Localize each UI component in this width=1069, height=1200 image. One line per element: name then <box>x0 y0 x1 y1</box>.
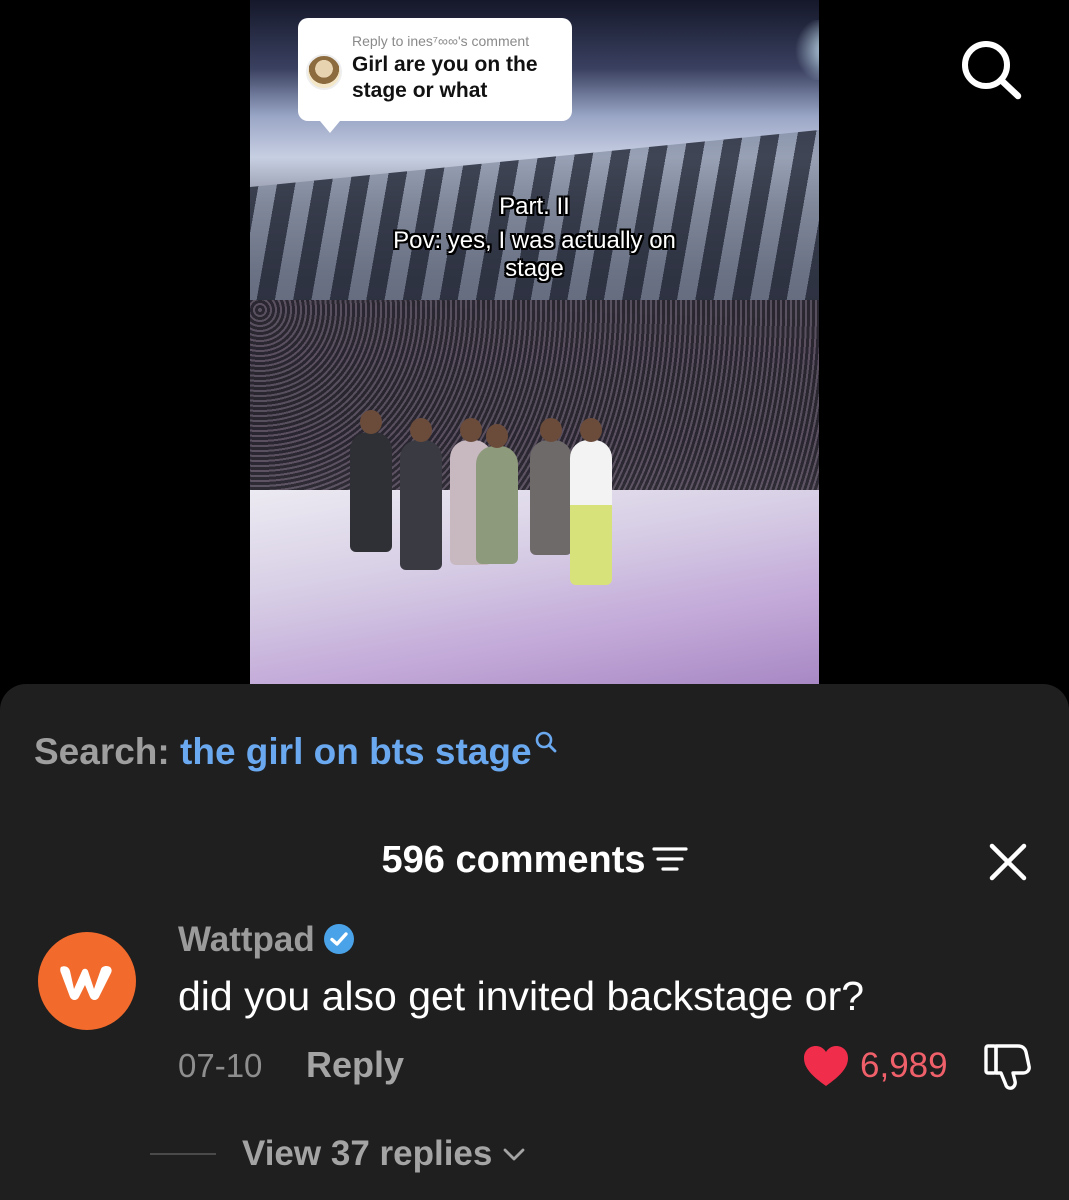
search-icon <box>962 41 1022 100</box>
chevron-down-icon <box>503 1148 525 1161</box>
search-button[interactable] <box>958 38 1024 100</box>
reply-text: Girl are you on the stage or what <box>352 52 560 104</box>
sort-icon[interactable] <box>651 845 688 873</box>
reply-avatar <box>306 54 342 90</box>
dislike-button[interactable] <box>982 1042 1032 1092</box>
close-button[interactable] <box>986 840 1030 884</box>
video-caption: Part. II Pov: yes, I was actually on sta… <box>250 190 819 286</box>
comment-item: Wattpad did you also get invited backsta… <box>0 914 1069 1114</box>
dancer-figure <box>350 410 392 552</box>
reply-button[interactable]: Reply <box>306 1042 404 1088</box>
search-suggestion-query[interactable]: the girl on bts stage <box>180 731 532 772</box>
heart-icon <box>804 1046 848 1086</box>
comments-header: 596 comments <box>0 836 1069 884</box>
like-count: 6,989 <box>860 1046 948 1085</box>
close-icon <box>989 843 1027 881</box>
reply-text-line: Girl are you on the <box>352 53 538 76</box>
stadium-light <box>790 20 819 80</box>
author-name[interactable]: Wattpad <box>178 920 315 959</box>
view-replies-button[interactable]: View 37 replies <box>150 1132 526 1176</box>
wattpad-logo-icon <box>60 965 112 1000</box>
like-button[interactable]: 6,989 <box>802 1044 948 1088</box>
caption-line: Part. II <box>499 193 570 220</box>
dancer-figure <box>570 418 612 585</box>
comments-count: 596 comments <box>381 839 646 881</box>
search-suggestion-prefix: Search: <box>34 731 170 772</box>
dislike-icon <box>984 1044 1031 1090</box>
comments-sheet: Search: the girl on bts stage 596 commen… <box>0 684 1069 1200</box>
caption-line: stage <box>505 255 564 282</box>
comment-text: did you also get invited backstage or? <box>178 973 865 1019</box>
comment-date: 07-10 <box>178 1047 263 1084</box>
view-replies-label: View 37 replies <box>242 1134 493 1173</box>
search-icon <box>535 731 556 753</box>
search-suggestion[interactable]: Search: the girl on bts stage <box>34 728 558 776</box>
comment-author[interactable]: Wattpad <box>178 918 355 962</box>
reply-header: Reply to ines⁷∞∞'s comment <box>352 33 530 49</box>
dancer-figure <box>476 424 518 564</box>
reply-to-comment-bubble[interactable]: Reply to ines⁷∞∞'s comment Girl are you … <box>298 18 572 133</box>
divider <box>150 1153 216 1155</box>
reply-text-line: stage or what <box>352 79 488 102</box>
dancer-figure <box>530 418 572 555</box>
avatar[interactable] <box>38 932 136 1030</box>
dancer-figure <box>400 418 442 570</box>
verified-icon <box>323 923 354 954</box>
